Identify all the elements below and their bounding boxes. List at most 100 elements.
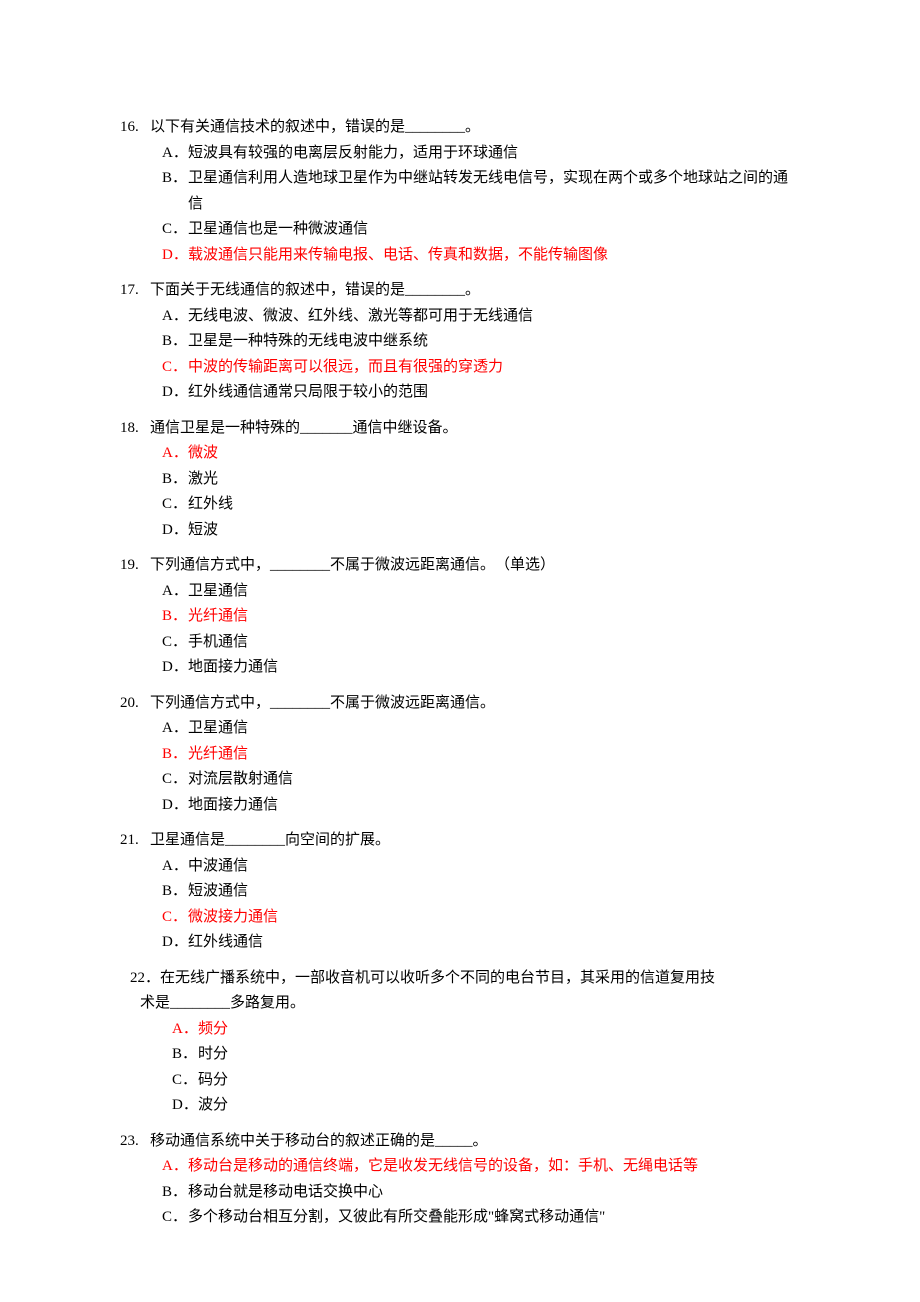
option-b: B． 光纤通信 (162, 604, 800, 630)
option-text: 频分 (198, 1017, 800, 1043)
option-letter: B． (162, 166, 188, 217)
option-text: 中波的传输距离可以很远，而且有很强的穿透力 (188, 355, 800, 381)
option-text: 无线电波、微波、红外线、激光等都可用于无线通信 (188, 304, 800, 330)
option-text: 短波通信 (188, 879, 800, 905)
options-list: A． 移动台是移动的通信终端，它是收发无线信号的设备，如：手机、无绳电话等 B．… (120, 1154, 800, 1231)
option-c: C． 红外线 (162, 492, 800, 518)
options-list: A． 微波 B． 激光 C． 红外线 D． 短波 (120, 441, 800, 543)
option-text: 移动台是移动的通信终端，它是收发无线信号的设备，如：手机、无绳电话等 (188, 1154, 800, 1180)
option-a: A． 卫星通信 (162, 716, 800, 742)
option-text: 微波 (188, 441, 800, 467)
question-17: 17. 下面关于无线通信的叙述中，错误的是________。 A． 无线电波、微… (120, 278, 800, 406)
question-23: 23. 移动通信系统中关于移动台的叙述正确的是_____。 A． 移动台是移动的… (120, 1129, 800, 1231)
option-text: 码分 (198, 1068, 800, 1094)
option-letter: C． (162, 630, 188, 656)
option-text: 激光 (188, 467, 800, 493)
option-d: D． 载波通信只能用来传输电报、电话、传真和数据，不能传输图像 (162, 243, 800, 269)
option-text: 手机通信 (188, 630, 800, 656)
option-text: 卫星通信利用人造地球卫星作为中继站转发无线电信号，实现在两个或多个地球站之间的通… (188, 166, 800, 217)
question-22: 22．在无线广播系统中，一部收音机可以收听多个不同的电台节目，其采用的信道复用技… (120, 966, 800, 1119)
question-text: 卫星通信是________向空间的扩展。 (150, 828, 800, 854)
option-letter: A． (162, 141, 188, 167)
question-number: 16. (120, 115, 150, 141)
question-text: 下列通信方式中，________不属于微波远距离通信。 (150, 691, 800, 717)
question-text: 移动通信系统中关于移动台的叙述正确的是_____。 (150, 1129, 800, 1155)
question-number: 22． (130, 970, 160, 986)
question-text: 下列通信方式中，________不属于微波远距离通信。 （单选） (150, 553, 800, 579)
question-number: 18. (120, 416, 150, 442)
option-text: 时分 (198, 1042, 800, 1068)
option-c: C． 码分 (172, 1068, 800, 1094)
option-a: A． 移动台是移动的通信终端，它是收发无线信号的设备，如：手机、无绳电话等 (162, 1154, 800, 1180)
option-text: 卫星是一种特殊的无线电波中继系统 (188, 329, 800, 355)
option-letter: D． (162, 380, 188, 406)
option-letter: B． (162, 1180, 188, 1206)
options-list: A． 短波具有较强的电离层反射能力，适用于环球通信 B． 卫星通信利用人造地球卫… (120, 141, 800, 269)
option-letter: A． (162, 1154, 188, 1180)
options-list: A． 中波通信 B． 短波通信 C． 微波接力通信 D． 红外线通信 (120, 854, 800, 956)
option-letter: D． (172, 1093, 198, 1119)
option-letter: B． (162, 329, 188, 355)
option-letter: C． (162, 1205, 188, 1231)
question-text: 通信卫星是一种特殊的_______通信中继设备。 (150, 416, 800, 442)
option-text: 红外线通信通常只局限于较小的范围 (188, 380, 800, 406)
option-letter: C． (162, 767, 188, 793)
option-letter: B． (172, 1042, 198, 1068)
option-text: 卫星通信 (188, 579, 800, 605)
option-d: D． 地面接力通信 (162, 655, 800, 681)
question-stem: 21. 卫星通信是________向空间的扩展。 (120, 828, 800, 854)
option-text: 短波 (188, 518, 800, 544)
option-text: 卫星通信也是一种微波通信 (188, 217, 800, 243)
option-letter: A． (162, 579, 188, 605)
question-21: 21. 卫星通信是________向空间的扩展。 A． 中波通信 B． 短波通信… (120, 828, 800, 956)
option-text: 红外线 (188, 492, 800, 518)
option-b: B． 卫星是一种特殊的无线电波中继系统 (162, 329, 800, 355)
option-b: B． 光纤通信 (162, 742, 800, 768)
question-stem: 20. 下列通信方式中，________不属于微波远距离通信。 (120, 691, 800, 717)
option-text: 多个移动台相互分割，又彼此有所交叠能形成"蜂窝式移动通信" (188, 1205, 800, 1231)
option-text: 光纤通信 (188, 742, 800, 768)
option-a: A． 中波通信 (162, 854, 800, 880)
option-a: A． 频分 (172, 1017, 800, 1043)
option-letter: A． (162, 441, 188, 467)
option-c: C． 多个移动台相互分割，又彼此有所交叠能形成"蜂窝式移动通信" (162, 1205, 800, 1231)
option-letter: C． (162, 492, 188, 518)
option-d: D． 短波 (162, 518, 800, 544)
option-text: 光纤通信 (188, 604, 800, 630)
question-number: 19. (120, 553, 150, 579)
question-20: 20. 下列通信方式中，________不属于微波远距离通信。 A． 卫星通信 … (120, 691, 800, 819)
option-letter: D． (162, 930, 188, 956)
option-text: 对流层散射通信 (188, 767, 800, 793)
option-letter: A． (162, 304, 188, 330)
option-b: B． 时分 (172, 1042, 800, 1068)
option-letter: D． (162, 518, 188, 544)
option-b: B． 激光 (162, 467, 800, 493)
option-letter: B． (162, 879, 188, 905)
option-letter: C． (162, 905, 188, 931)
option-d: D． 地面接力通信 (162, 793, 800, 819)
option-c: C． 对流层散射通信 (162, 767, 800, 793)
option-a: A． 微波 (162, 441, 800, 467)
option-letter: B． (162, 604, 188, 630)
option-b: B． 短波通信 (162, 879, 800, 905)
option-letter: A． (162, 716, 188, 742)
option-c: C． 微波接力通信 (162, 905, 800, 931)
question-18: 18. 通信卫星是一种特殊的_______通信中继设备。 A． 微波 B． 激光… (120, 416, 800, 544)
question-stem: 17. 下面关于无线通信的叙述中，错误的是________。 (120, 278, 800, 304)
option-d: D． 红外线通信 (162, 930, 800, 956)
option-b: B． 卫星通信利用人造地球卫星作为中继站转发无线电信号，实现在两个或多个地球站之… (162, 166, 800, 217)
option-letter: D． (162, 655, 188, 681)
question-stem: 23. 移动通信系统中关于移动台的叙述正确的是_____。 (120, 1129, 800, 1155)
option-c: C． 卫星通信也是一种微波通信 (162, 217, 800, 243)
option-d: D． 波分 (172, 1093, 800, 1119)
option-a: A． 无线电波、微波、红外线、激光等都可用于无线通信 (162, 304, 800, 330)
option-text: 地面接力通信 (188, 655, 800, 681)
option-letter: A． (162, 854, 188, 880)
question-text: 以下有关通信技术的叙述中，错误的是________。 (150, 115, 800, 141)
option-letter: A． (172, 1017, 198, 1043)
option-text: 微波接力通信 (188, 905, 800, 931)
question-number: 20. (120, 691, 150, 717)
question-number: 23. (120, 1129, 150, 1155)
options-list: A． 频分 B． 时分 C． 码分 D． 波分 (120, 1017, 800, 1119)
option-c: C． 中波的传输距离可以很远，而且有很强的穿透力 (162, 355, 800, 381)
